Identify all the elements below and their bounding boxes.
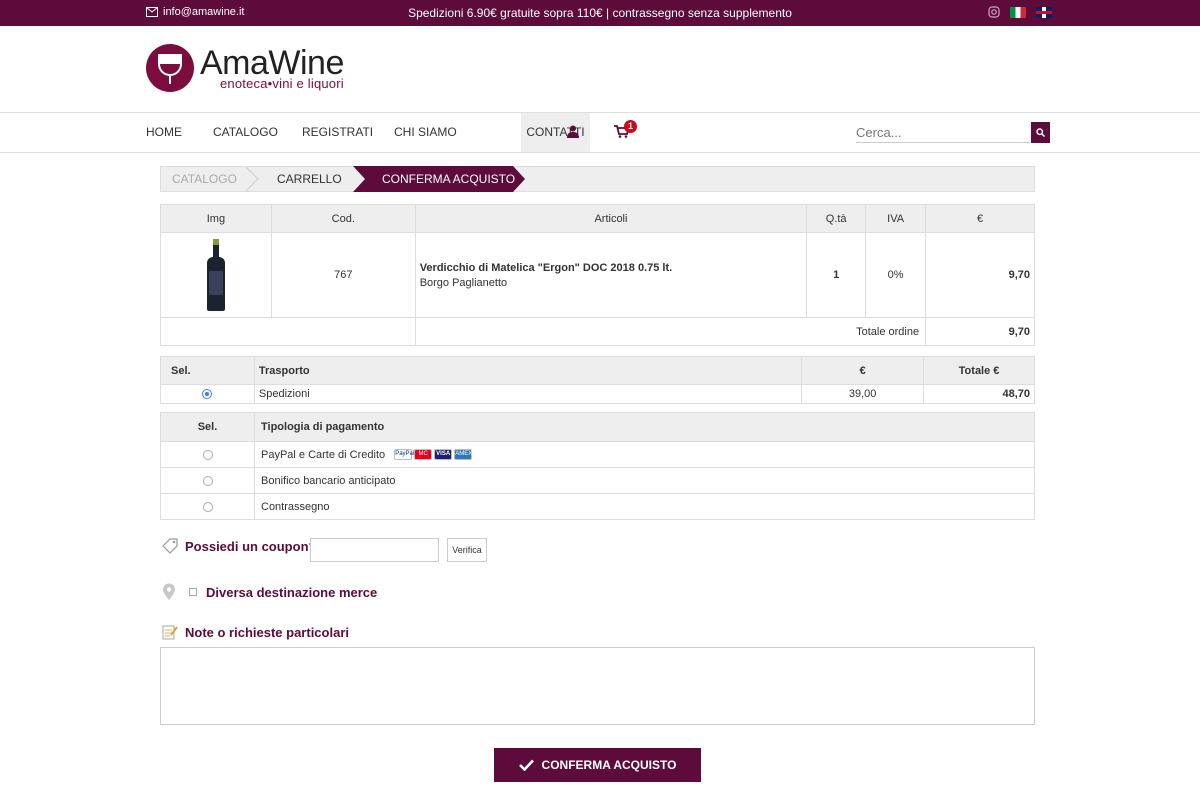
nav-registrati[interactable]: REGISTRATI	[298, 113, 377, 152]
payment-option-bonifico[interactable]: Bonifico bancario anticipato	[254, 467, 1035, 494]
product-description-cell: Verdicchio di Matelica "Ergon" DOC 2018 …	[414, 232, 808, 318]
destination-row: Diversa destinazione merce	[162, 583, 377, 601]
mastercard-logo-icon: MC	[414, 449, 433, 461]
visa-logo-icon: VISA	[434, 449, 453, 461]
search-button[interactable]	[1031, 122, 1050, 143]
product-producer: Borgo Paglianetto	[419, 276, 508, 289]
step-carrello[interactable]: CARRELLO	[277, 167, 342, 191]
check-icon	[518, 759, 534, 771]
nav-contatti[interactable]: CONTATTI	[521, 113, 590, 152]
confirm-purchase-button[interactable]: CONFERMA ACQUISTO	[494, 748, 701, 782]
instagram-icon[interactable]	[988, 6, 1000, 18]
coupon-row: Possiedi un coupon?	[162, 538, 316, 555]
logo-subtitle: enoteca•vini e liquori	[220, 75, 344, 91]
total-empty-cell	[160, 317, 416, 346]
checkout-steps: CATALOGO CARRELLO CONFERMA ACQUISTO	[160, 166, 1035, 192]
coupon-label: Possiedi un coupon?	[185, 539, 317, 554]
notes-row: Note o richieste particolari	[162, 624, 349, 640]
uk-flag-icon[interactable]	[1036, 6, 1052, 18]
ship-header-price: €	[801, 356, 925, 385]
step-conferma-acquisto: CONFERMA ACQUISTO	[353, 166, 525, 192]
ship-header-trasporto: Trasporto	[253, 356, 803, 385]
step-catalogo[interactable]: CATALOGO	[172, 167, 237, 191]
ship-radio-cell	[160, 384, 255, 404]
col-header-code: Cod.	[270, 204, 416, 233]
note-icon	[162, 625, 178, 640]
product-price: 9,70	[925, 232, 1035, 318]
col-header-qty: Q.tà	[806, 204, 867, 233]
ship-total: 48,70	[923, 384, 1035, 404]
wine-bottle-image[interactable]	[206, 239, 225, 311]
product-vat: 0%	[865, 232, 927, 318]
different-destination-checkbox[interactable]	[189, 588, 197, 596]
product-image-cell	[160, 232, 272, 318]
product-qty: 1	[806, 232, 867, 318]
map-pin-icon	[163, 583, 175, 600]
order-items-table: Img Cod. Articoli Q.tà IVA € 767 Verdicc…	[160, 204, 1035, 346]
cart-count-badge: 1	[624, 120, 637, 133]
payment-radio-paypal[interactable]	[202, 449, 213, 460]
step-conferma-label: CONFERMA ACQUISTO	[382, 172, 516, 186]
col-header-img: Img	[160, 204, 272, 233]
search-input[interactable]	[856, 122, 1030, 143]
header: AmaWine enoteca•vini e liquori	[0, 26, 1200, 113]
nav-home[interactable]: HOME	[142, 113, 186, 152]
pay-radio-cell	[160, 467, 255, 494]
logo-title: AmaWine	[200, 43, 344, 82]
italy-flag-icon[interactable]	[1010, 6, 1026, 18]
pay-radio-cell	[160, 441, 255, 468]
payment-option-paypal[interactable]: PayPal e Carte di Credito	[261, 449, 385, 461]
payment-table: Sel. Tipologia di pagamento PayPal e Car…	[160, 412, 1035, 520]
product-code: 767	[270, 232, 416, 318]
table-row: PayPal e Carte di Credito PayPal MC VISA…	[160, 441, 1035, 468]
shipping-table: Sel. Trasporto € Totale € Spedizioni 39,…	[160, 356, 1035, 404]
confirm-purchase-label: CONFERMA ACQUISTO	[541, 758, 677, 772]
tag-icon	[162, 538, 178, 554]
pay-header-sel: Sel.	[160, 412, 255, 442]
order-total-label: Totale ordine	[414, 317, 927, 346]
destination-label[interactable]: Diversa destinazione merce	[206, 585, 377, 600]
nav-catalogo[interactable]: CATALOGO	[209, 113, 282, 152]
payment-option-contrassegno[interactable]: Contrassegno	[254, 493, 1035, 520]
ship-header-sel: Sel.	[160, 356, 255, 385]
ship-price: 39,00	[801, 384, 925, 404]
step-separator	[245, 167, 259, 191]
col-header-iva: IVA	[865, 204, 927, 233]
nav-chi-siamo[interactable]: CHI SIAMO	[390, 113, 461, 152]
coupon-input[interactable]	[310, 538, 439, 562]
order-total-value: 9,70	[925, 317, 1035, 346]
product-name[interactable]: Verdicchio di Matelica "Ergon" DOC 2018 …	[420, 262, 807, 274]
table-row: Contrassegno	[160, 493, 1035, 520]
top-bar: info@amawine.it Spedizioni 6.90€ gratuit…	[0, 0, 1200, 26]
ship-header-total: Totale €	[923, 356, 1035, 385]
table-row: Bonifico bancario anticipato	[160, 467, 1035, 494]
pay-option-cell: PayPal e Carte di Credito PayPal MC VISA…	[254, 441, 1035, 468]
col-header-price: €	[925, 204, 1035, 233]
amex-logo-icon: AMEX	[454, 449, 472, 461]
search-icon	[1036, 128, 1045, 137]
shipping-radio[interactable]	[202, 389, 213, 400]
verify-coupon-button[interactable]: Verifica	[447, 538, 487, 562]
logo[interactable]: AmaWine enoteca•vini e liquori	[146, 44, 344, 92]
pay-radio-cell	[160, 493, 255, 520]
paypal-logo-icon: PayPal	[394, 449, 414, 461]
payment-radio-contrassegno[interactable]	[202, 501, 213, 512]
payment-radio-bonifico[interactable]	[202, 475, 213, 486]
pay-header-tipologia: Tipologia di pagamento	[254, 412, 1035, 442]
ship-name: Spedizioni	[253, 384, 803, 404]
table-row: Spedizioni 39,00 48,70	[160, 384, 1035, 404]
notes-textarea[interactable]	[160, 647, 1035, 725]
wine-glass-logo-icon	[146, 44, 194, 92]
col-header-articoli: Articoli	[414, 204, 808, 233]
table-row: 767 Verdicchio di Matelica "Ergon" DOC 2…	[160, 232, 1035, 318]
payment-card-logos: PayPal MC VISA AMEX	[394, 449, 472, 461]
user-icon[interactable]	[567, 125, 579, 138]
notes-label: Note o richieste particolari	[185, 624, 349, 640]
